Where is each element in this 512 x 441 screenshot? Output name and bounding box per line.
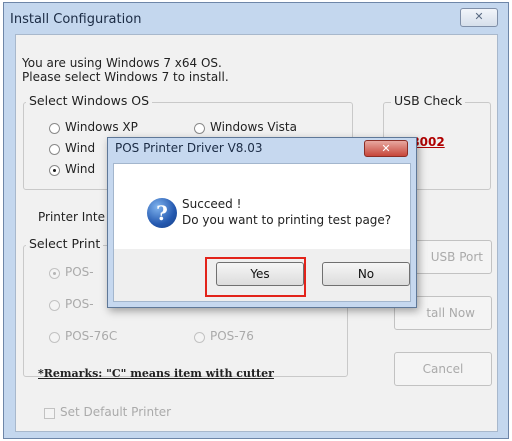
- radio-windows-xp[interactable]: [49, 123, 60, 134]
- radio-printer-2-label[interactable]: POS-: [65, 297, 94, 311]
- dialog-close-button[interactable]: ✕: [364, 140, 408, 157]
- dialog-message-title: Succeed !: [182, 197, 242, 211]
- os-info-line-2: Please select Windows 7 to install.: [22, 70, 229, 84]
- cancel-button-label: Cancel: [422, 362, 464, 376]
- usb-check-legend: USB Check: [391, 93, 466, 108]
- radio-printer-2[interactable]: [49, 300, 60, 311]
- radio-windows-option-3-label[interactable]: Wind: [65, 141, 95, 155]
- remarks-note: *Remarks: "C" means item with cutter: [38, 367, 274, 380]
- cancel-button[interactable]: Cancel: [394, 352, 492, 386]
- default-printer-checkbox[interactable]: [44, 408, 55, 419]
- install-now-button-label: tall Now: [426, 306, 475, 320]
- select-printer-legend: Select Print: [26, 236, 104, 251]
- usb-port-button-label: USB Port: [430, 250, 483, 264]
- window-title: Install Configuration: [10, 12, 142, 27]
- printer-interface-label: Printer Inte: [38, 210, 105, 224]
- radio-windows-7-label[interactable]: Wind: [65, 162, 95, 176]
- dialog-title: POS Printer Driver V8.03: [115, 141, 263, 155]
- close-icon: ✕: [381, 142, 391, 155]
- radio-printer-pos-76c-label[interactable]: POS-76C: [65, 329, 117, 343]
- radio-windows-option-3[interactable]: [49, 144, 60, 155]
- radio-windows-xp-label[interactable]: Windows XP: [65, 120, 138, 134]
- radio-windows-vista[interactable]: [194, 123, 205, 134]
- close-button[interactable]: ✕: [460, 8, 498, 27]
- close-icon: ✕: [474, 10, 484, 23]
- no-button-label: No: [357, 267, 375, 281]
- question-icon: ?: [147, 198, 177, 228]
- dialog-message-text: Do you want to printing test page?: [182, 213, 392, 227]
- no-button[interactable]: No: [322, 262, 410, 286]
- radio-printer-1-label[interactable]: POS-: [65, 265, 94, 279]
- os-info-line-1: You are using Windows 7 x64 OS.: [22, 56, 222, 70]
- radio-printer-pos-76-label[interactable]: POS-76: [210, 329, 254, 343]
- default-printer-label[interactable]: Set Default Printer: [60, 405, 171, 419]
- radio-windows-vista-label[interactable]: Windows Vista: [210, 120, 297, 134]
- radio-printer-pos-76[interactable]: [194, 332, 205, 343]
- radio-printer-1[interactable]: [49, 268, 60, 279]
- select-os-legend: Select Windows OS: [26, 93, 153, 108]
- radio-printer-pos-76c[interactable]: [49, 332, 60, 343]
- radio-windows-7[interactable]: [49, 165, 60, 176]
- yes-highlight-box: [205, 257, 306, 297]
